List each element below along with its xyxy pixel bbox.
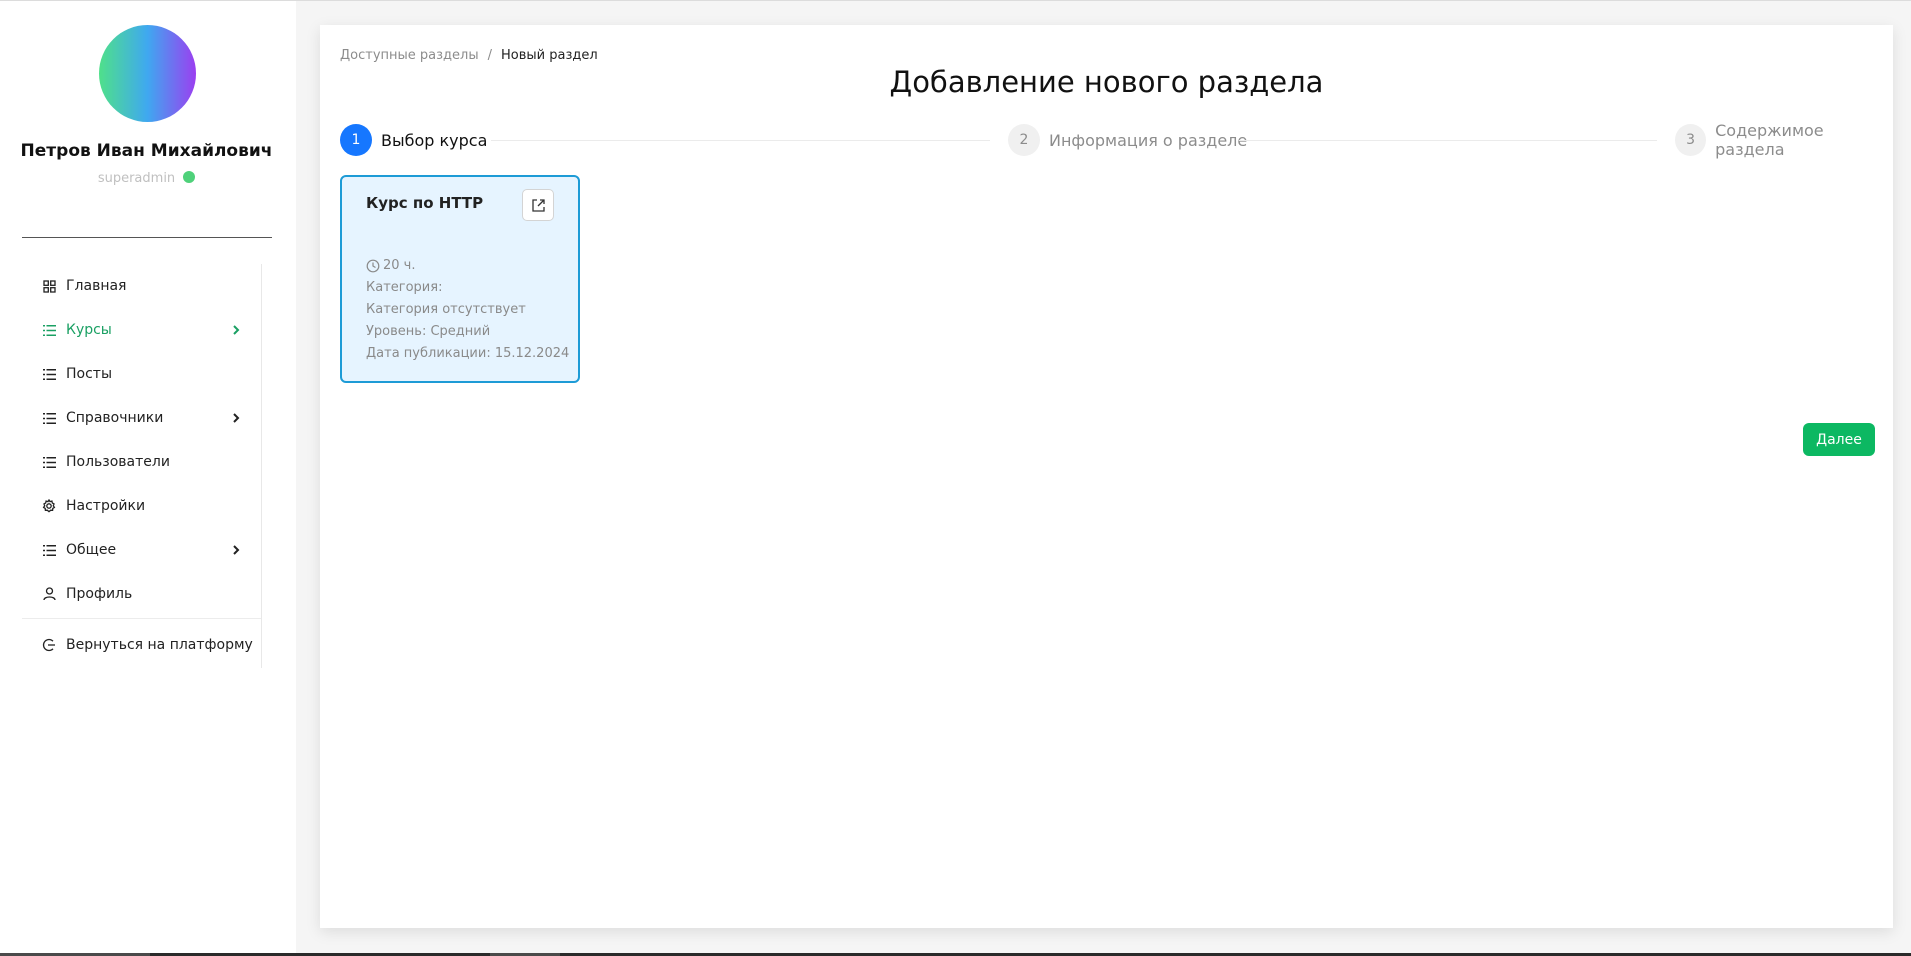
list-icon	[42, 367, 56, 381]
breadcrumb-parent-link[interactable]: Доступные разделы	[340, 48, 479, 63]
step-connector	[491, 140, 990, 141]
user-role: superadmin	[97, 171, 176, 186]
course-title: Курс по HTTP	[366, 194, 484, 212]
page-title: Добавление нового раздела	[889, 65, 1324, 99]
clock-icon	[366, 259, 380, 273]
chevron-right-icon	[233, 545, 240, 555]
sidebar-divider	[22, 237, 272, 238]
sidebar-item-references[interactable]: Справочники	[22, 396, 261, 440]
sidebar-item-posts[interactable]: Посты	[22, 352, 261, 396]
step-number: 2	[1008, 124, 1040, 156]
sidebar-item-label: Профиль	[66, 586, 133, 602]
user-role-line: superadmin	[0, 171, 293, 186]
course-published-date: Дата публикации: 15.12.2024	[366, 346, 570, 361]
course-category-label: Категория:	[366, 280, 443, 295]
course-duration: 20 ч.	[383, 258, 416, 273]
sidebar-item-home[interactable]: Главная	[22, 264, 261, 308]
course-meta: 20 ч. Категория: Категория отсутствует У…	[366, 255, 569, 365]
sidebar: Петров Иван Михайлович superadmin Главна…	[0, 1, 296, 953]
breadcrumb-separator: /	[487, 48, 492, 63]
sidebar-item-label: Справочники	[66, 410, 164, 426]
menu-divider	[22, 618, 261, 619]
breadcrumb-current: Новый раздел	[501, 48, 598, 63]
list-icon	[42, 543, 56, 557]
breadcrumb: Доступные разделы / Новый раздел	[340, 48, 598, 63]
step-label: Информация о разделе	[1049, 130, 1248, 150]
sidebar-item-users[interactable]: Пользователи	[22, 440, 261, 484]
main-panel: Доступные разделы / Новый раздел Добавлени…	[320, 25, 1893, 928]
sidebar-item-label: Посты	[66, 366, 112, 382]
course-category-value: Категория отсутствует	[366, 302, 526, 317]
sidebar-item-label: Курсы	[66, 322, 112, 338]
step-select-course[interactable]: 1 Выбор курса	[340, 123, 487, 157]
sidebar-menu: Главная Курсы Посты Справочники Пользова…	[22, 264, 262, 668]
chevron-right-icon	[233, 325, 240, 335]
step-section-content[interactable]: 3 Содержимое раздела	[1675, 121, 1893, 159]
step-label: Содержимое раздела	[1715, 121, 1824, 159]
sidebar-item-general[interactable]: Общее	[22, 528, 261, 572]
sidebar-item-courses[interactable]: Курсы	[22, 308, 261, 352]
step-number: 3	[1675, 124, 1707, 156]
online-status-dot	[183, 171, 196, 183]
sidebar-item-label: Главная	[66, 278, 127, 294]
user-name: Петров Иван Михайлович	[20, 141, 273, 161]
sidebar-item-profile[interactable]: Профиль	[22, 572, 261, 616]
list-icon	[42, 411, 56, 425]
next-button[interactable]: Далее	[1803, 423, 1875, 456]
grid-icon	[42, 279, 56, 293]
list-icon	[42, 455, 56, 469]
step-label: Выбор курса	[381, 130, 488, 150]
gear-icon	[42, 499, 56, 513]
back-to-platform-label: Вернуться на платформу	[66, 637, 253, 653]
step-number: 1	[340, 124, 372, 156]
avatar[interactable]	[99, 25, 196, 122]
user-icon	[42, 587, 56, 601]
logout-icon	[42, 638, 56, 652]
external-link-icon	[531, 198, 545, 212]
open-course-button[interactable]	[522, 189, 554, 221]
back-to-platform-link[interactable]: Вернуться на платформу	[22, 623, 261, 667]
course-card[interactable]: Курс по HTTP 20 ч. Категория: Категория …	[340, 175, 580, 383]
course-level: Уровень: Средний	[366, 324, 491, 339]
course-duration-row: 20 ч.	[366, 255, 569, 277]
step-section-info[interactable]: 2 Информация о разделе	[1008, 123, 1247, 157]
chevron-right-icon	[233, 413, 240, 423]
list-icon	[42, 323, 56, 337]
sidebar-item-label: Настройки	[66, 498, 146, 514]
sidebar-item-label: Пользователи	[66, 454, 170, 470]
step-connector	[1239, 140, 1657, 141]
sidebar-item-label: Общее	[66, 542, 117, 558]
sidebar-item-settings[interactable]: Настройки	[22, 484, 261, 528]
